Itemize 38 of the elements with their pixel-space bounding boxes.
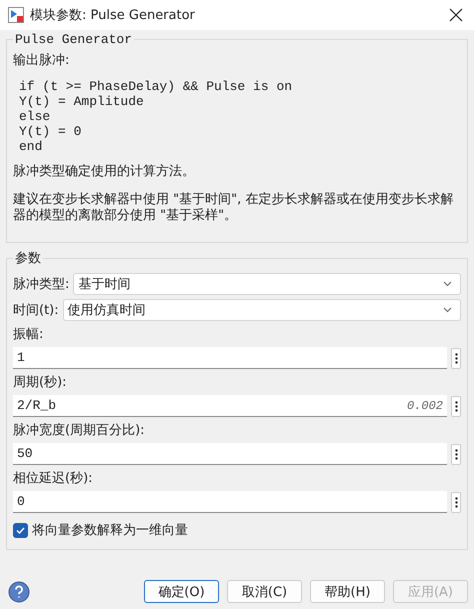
chevron-down-icon bbox=[443, 307, 452, 313]
window-title: 模块参数: Pulse Generator bbox=[30, 7, 196, 24]
field-label: 相位延迟(秒): bbox=[13, 470, 93, 487]
description-text: 建议在变步长求解器中使用 "基于时间", 在定步长求解器或在使用变步长求解器的模型的离散部分使用 "基于采样"。 bbox=[13, 192, 454, 224]
description-text: 脉冲类型确定使用的计算方法。 bbox=[13, 164, 196, 180]
checkbox-label: 将向量参数解释为一维向量 bbox=[32, 522, 188, 539]
input-field[interactable]: 0 bbox=[13, 491, 447, 513]
more-vertical-icon bbox=[454, 496, 458, 508]
more-vertical-icon bbox=[454, 352, 458, 364]
hint-text: 0.002 bbox=[406, 398, 443, 412]
description-text: 输出脉冲: bbox=[13, 53, 70, 69]
app-icon bbox=[8, 7, 24, 23]
field-label: 脉冲类型: bbox=[13, 276, 70, 293]
help-icon[interactable] bbox=[8, 580, 30, 602]
field-label: 周期(秒): bbox=[13, 374, 67, 391]
checkbox[interactable] bbox=[13, 522, 28, 538]
section-title: Pulse Generator bbox=[14, 32, 134, 47]
more-vertical-icon bbox=[454, 400, 458, 412]
input-field[interactable]: 50 bbox=[13, 443, 447, 465]
more-vertical-icon bbox=[454, 448, 458, 460]
dialog-button[interactable]: 取消(C) bbox=[227, 580, 302, 603]
dialog-button[interactable]: 帮助(H) bbox=[310, 580, 385, 603]
more-button[interactable] bbox=[451, 396, 461, 416]
field-label: 振幅: bbox=[13, 326, 44, 343]
input-field[interactable]: 1 bbox=[13, 347, 447, 369]
input-field[interactable]: 2/R_b 0.002 bbox=[13, 395, 447, 417]
field-label: 时间(t): bbox=[13, 302, 59, 319]
more-button[interactable] bbox=[451, 348, 461, 368]
more-button[interactable] bbox=[451, 444, 461, 464]
code-text: if (t >= PhaseDelay) && Pulse is on Y(t) = Amplitude else Y(t) = 0 end bbox=[19, 79, 294, 154]
chevron-down-icon bbox=[443, 281, 452, 287]
more-button[interactable] bbox=[451, 492, 461, 512]
dropdown[interactable]: 基于时间 bbox=[73, 273, 461, 295]
field-label: 脉冲宽度(周期百分比): bbox=[13, 422, 145, 439]
checkmark-icon bbox=[16, 526, 25, 534]
dialog-button[interactable]: 确定(O) bbox=[144, 580, 219, 603]
dropdown[interactable]: 使用仿真时间 bbox=[62, 299, 461, 321]
section-title: 参数 bbox=[14, 250, 42, 267]
